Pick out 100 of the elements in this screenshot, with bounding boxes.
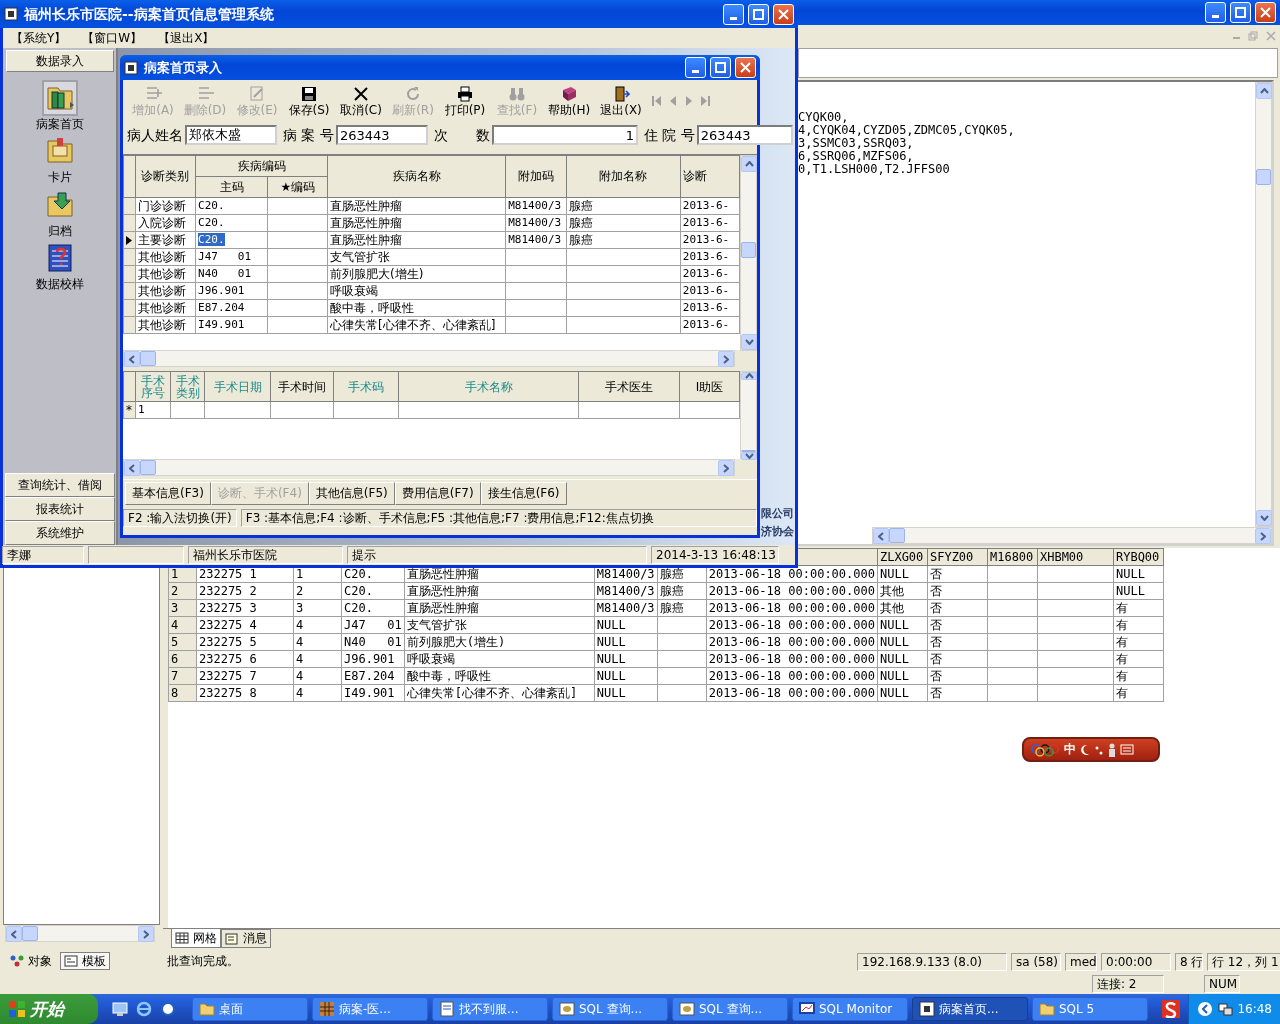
scrollbar-thumb[interactable] — [140, 460, 156, 475]
column-header[interactable]: M16800 — [987, 548, 1038, 566]
close-button[interactable] — [1255, 2, 1276, 23]
column-header[interactable]: 附加码 — [505, 155, 567, 198]
moon-icon[interactable] — [1080, 743, 1090, 756]
sidebar-item-label[interactable]: 病案首页 — [35, 117, 84, 132]
column-header[interactable]: 诊断类别 — [135, 155, 196, 198]
scroll-left-button[interactable] — [873, 528, 889, 544]
column-header[interactable]: 手术序号 — [135, 371, 171, 402]
scroll-down-button[interactable] — [741, 452, 757, 460]
column-header[interactable]: SFYZ00 — [927, 548, 988, 566]
tab-button[interactable]: 接生信息(F6) — [480, 482, 567, 505]
input-field[interactable]: 263443 — [335, 125, 428, 145]
column-header[interactable]: 手术时间 — [270, 371, 334, 402]
taskbar-button[interactable]: 病案-医... — [312, 997, 428, 1021]
menu-item[interactable]: 【窗口W】 — [82, 30, 143, 46]
taskbar-button[interactable]: 病案首页... — [912, 997, 1028, 1021]
horizontal-scrollbar[interactable] — [123, 350, 735, 367]
minimize-button[interactable] — [1205, 2, 1226, 23]
input-method-bar[interactable]: 中 — [1022, 737, 1160, 762]
expand-tray-icon[interactable] — [1197, 1001, 1214, 1017]
tab-button[interactable]: 其他信息(F5) — [308, 482, 395, 505]
folder-books-icon[interactable] — [43, 82, 76, 114]
desktop-icon[interactable] — [112, 1001, 128, 1017]
taskbar-button[interactable]: SQL 查询... — [672, 997, 788, 1021]
help-button[interactable]: 帮助(H) — [543, 84, 595, 118]
horizontal-scrollbar[interactable] — [872, 527, 1272, 544]
scroll-up-button[interactable] — [741, 156, 757, 172]
message-tab[interactable]: 消息 — [221, 929, 271, 948]
network-icon[interactable] — [1217, 1001, 1234, 1017]
column-header[interactable]: RYBQ00 — [1113, 548, 1164, 566]
close-button[interactable] — [773, 3, 794, 25]
column-header[interactable]: 附加名称 — [566, 155, 681, 198]
scroll-up-button[interactable] — [741, 372, 757, 380]
taskbar-button[interactable]: SQL Monitor — [792, 997, 908, 1021]
sogou-icon[interactable] — [1162, 1000, 1181, 1018]
vertical-scrollbar[interactable] — [740, 155, 757, 351]
column-header[interactable]: 手术类别 — [170, 371, 205, 402]
scroll-up-button[interactable] — [1256, 83, 1272, 99]
menu-item[interactable]: 【退出X】 — [158, 30, 215, 46]
scroll-down-button[interactable] — [741, 334, 757, 350]
exit-button[interactable]: 退出(X) — [595, 84, 647, 118]
scrollbar-thumb[interactable] — [1256, 169, 1271, 185]
maximize-button[interactable] — [1230, 2, 1251, 23]
scroll-left-button[interactable] — [124, 460, 140, 476]
scroll-down-button[interactable] — [1256, 510, 1272, 526]
scrollbar-thumb[interactable] — [22, 926, 38, 941]
vertical-scrollbar[interactable] — [1255, 82, 1272, 527]
minimize-button[interactable] — [723, 3, 744, 25]
vertical-scrollbar[interactable] — [740, 371, 757, 459]
close-button[interactable] — [735, 57, 756, 78]
scroll-right-button[interactable] — [138, 926, 154, 942]
scroll-left-button[interactable] — [124, 351, 140, 367]
toolbar-field[interactable] — [798, 48, 1278, 78]
keyboard-icon[interactable] — [1120, 744, 1134, 755]
column-group-header[interactable]: 疾病编码 — [195, 155, 328, 177]
save-button[interactable]: 保存(S) — [283, 84, 335, 118]
maximize-button[interactable] — [748, 3, 769, 25]
sidebar-button[interactable]: 查询统计、借阅 — [4, 473, 115, 497]
column-header[interactable]: XHBM00 — [1037, 548, 1114, 566]
print-button[interactable]: 打印(P) — [439, 84, 491, 118]
browser-icon[interactable] — [136, 1001, 152, 1017]
column-header[interactable]: 诊断 — [680, 155, 740, 198]
scrollbar-thumb[interactable] — [889, 528, 905, 543]
start-button[interactable]: 开始 — [0, 994, 98, 1024]
input-field[interactable]: 263443 — [696, 125, 793, 145]
menu-item[interactable]: 【系统Y】 — [11, 30, 67, 46]
column-header[interactable]: 疾病名称 — [327, 155, 506, 198]
column-header[interactable]: I助医 — [679, 371, 740, 402]
scroll-right-button[interactable] — [718, 351, 734, 367]
sidebar-item-label[interactable]: 卡片 — [47, 170, 72, 185]
maximize-button[interactable] — [710, 57, 731, 78]
input-mode[interactable]: 中 — [1064, 742, 1076, 757]
templates-tab[interactable]: 模板 — [60, 952, 110, 970]
horizontal-scrollbar[interactable] — [123, 459, 735, 476]
scrollbar-thumb[interactable] — [140, 351, 156, 366]
column-header[interactable]: 手术码 — [333, 371, 399, 402]
sidebar-item-label[interactable]: 数据校样 — [35, 277, 84, 292]
cancel-button[interactable]: 取消(C) — [335, 84, 387, 118]
column-header[interactable]: 手术医生 — [578, 371, 680, 402]
taskbar-button[interactable]: SQL 查询... — [552, 997, 668, 1021]
sidebar-button[interactable]: 报表统计 — [4, 497, 115, 521]
scrollbar-thumb[interactable] — [741, 242, 756, 258]
input-field[interactable]: 1 — [491, 125, 638, 145]
sidebar-header-button[interactable]: 数据录入 — [5, 50, 114, 72]
grid-tab[interactable]: 网格 — [171, 929, 221, 948]
sidebar-item-label[interactable]: 归档 — [47, 223, 72, 239]
sidebar-button[interactable]: 系统维护 — [4, 521, 115, 545]
scroll-left-button[interactable] — [6, 926, 22, 942]
scroll-right-button[interactable] — [718, 460, 734, 476]
figure-icon[interactable] — [1108, 742, 1116, 757]
horizontal-scrollbar[interactable] — [5, 925, 155, 942]
column-header[interactable]: 手术日期 — [204, 371, 271, 402]
taskbar-button[interactable]: 找不到服... — [432, 997, 548, 1021]
minimize-button[interactable] — [685, 57, 706, 78]
column-header[interactable]: 手术名称 — [398, 371, 579, 402]
table-cell[interactable]: C20. — [198, 233, 225, 247]
column-header[interactable]: ZLXG00 — [877, 548, 928, 566]
taskbar-button[interactable]: SQL 5 — [1032, 997, 1148, 1021]
taskbar-button[interactable]: 桌面 — [192, 997, 308, 1021]
